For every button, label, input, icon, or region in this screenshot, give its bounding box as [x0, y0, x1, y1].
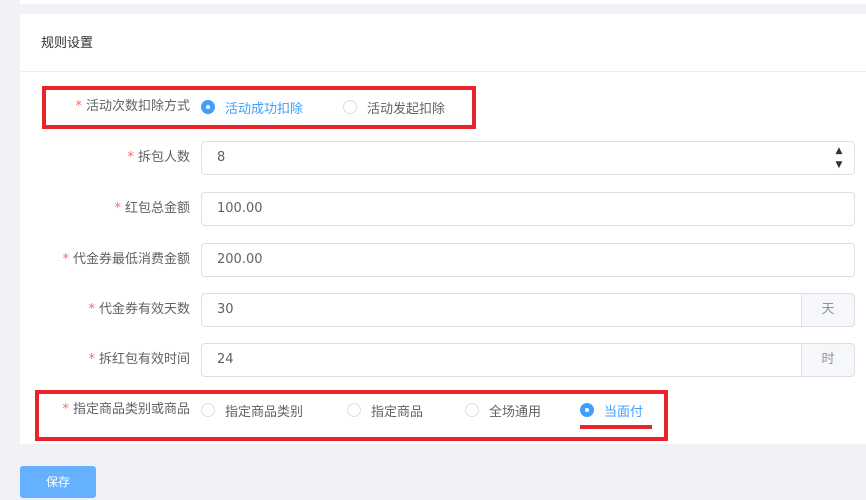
form-row-total-amount: * 红包总金额 100.00: [20, 192, 866, 226]
annotation-box-scope: [35, 390, 668, 441]
total-amount-input[interactable]: 100.00: [201, 192, 855, 226]
valid-hours-unit: 时: [801, 343, 855, 377]
split-count-input[interactable]: 8 ▲ ▼: [201, 141, 855, 175]
valid-hours-label: * 拆红包有效时间: [88, 352, 190, 367]
stepper-down-icon[interactable]: ▼: [836, 159, 843, 171]
valid-hours-input-group: 24 时: [201, 343, 855, 377]
annotation-underline: [580, 425, 652, 429]
form-row-valid-hours: * 拆红包有效时间 24 时: [20, 343, 866, 377]
top-panel-edge: [20, 0, 866, 4]
form-row-split-count: * 拆包人数 8 ▲ ▼: [20, 141, 866, 175]
save-button[interactable]: 保存: [20, 466, 96, 498]
min-spend-label: * 代金券最低消费金额: [62, 252, 190, 267]
card-title: 规则设置: [20, 14, 866, 72]
valid-days-input[interactable]: 30: [201, 293, 801, 327]
rules-settings-card: 规则设置 * 活动次数扣除方式 活动成功扣除 活动发起扣除 * 拆包人数 8 ▲ ▼: [20, 14, 866, 444]
total-amount-label: * 红包总金额: [114, 201, 190, 216]
valid-days-label: * 代金券有效天数: [88, 302, 190, 317]
split-count-label: * 拆包人数: [127, 150, 190, 165]
stepper-up-icon[interactable]: ▲: [836, 145, 843, 157]
valid-days-input-group: 30 天: [201, 293, 855, 327]
annotation-box-deduction: [42, 86, 476, 129]
form-row-min-spend: * 代金券最低消费金额 200.00: [20, 243, 866, 277]
valid-hours-input[interactable]: 24: [201, 343, 801, 377]
min-spend-input[interactable]: 200.00: [201, 243, 855, 277]
number-stepper[interactable]: ▲ ▼: [832, 145, 846, 171]
form-row-valid-days: * 代金券有效天数 30 天: [20, 293, 866, 327]
valid-days-unit: 天: [801, 293, 855, 327]
